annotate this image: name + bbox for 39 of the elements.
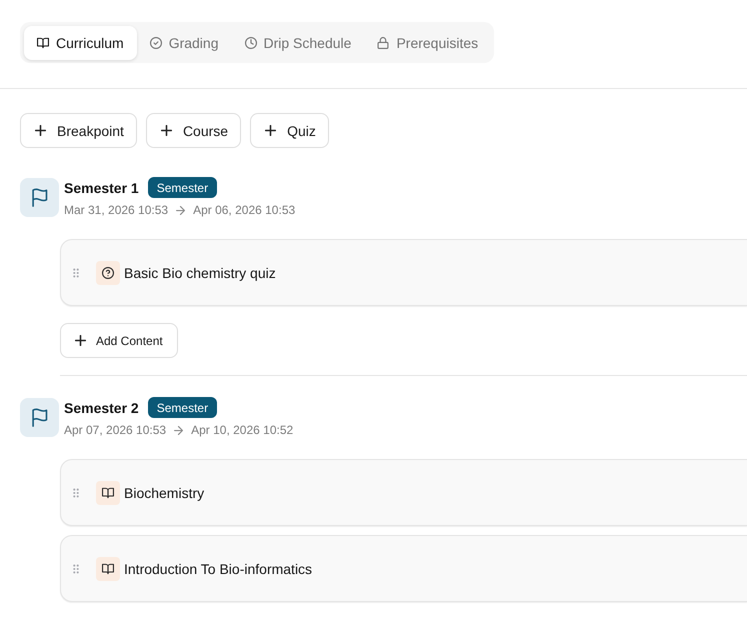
book-icon	[96, 556, 120, 580]
content-card[interactable]: Biochemistry	[60, 459, 747, 526]
content-title: Biochemistry	[124, 484, 204, 500]
tab[interactable]: Drip Schedule	[232, 26, 364, 60]
content-card[interactable]: Introduction To Bio-informatics	[60, 535, 747, 602]
clock-icon	[244, 37, 256, 49]
end-date: Apr 10, 2026 10:52	[191, 422, 294, 438]
flag-icon	[20, 178, 59, 217]
content-title: Introduction To Bio-informatics	[124, 560, 312, 576]
check-circle-icon	[150, 37, 162, 49]
add-content-button[interactable]: Add Content	[60, 323, 178, 358]
arrow-icon	[174, 426, 184, 434]
start-date: Mar 31, 2026 10:53	[64, 202, 168, 218]
drag-handle-icon[interactable]	[73, 564, 79, 574]
arrow-icon	[176, 206, 186, 214]
add-button[interactable]: Quiz	[250, 113, 329, 148]
add-button[interactable]: Course	[146, 113, 242, 148]
lock-icon	[377, 37, 390, 49]
plus-icon	[160, 125, 172, 136]
end-date: Apr 06, 2026 10:53	[193, 202, 296, 218]
plus-icon	[75, 335, 86, 346]
content-card[interactable]: Basic Bio chemistry quiz	[60, 239, 747, 306]
section-title: Semester 1	[64, 180, 139, 196]
tab[interactable]: Curriculum	[24, 26, 137, 60]
type-badge: Semester	[148, 397, 218, 418]
drag-handle-icon[interactable]	[73, 488, 79, 498]
plus-icon	[35, 125, 46, 136]
type-badge: Semester	[148, 177, 218, 198]
start-date: Apr 07, 2026 10:53	[64, 422, 166, 438]
tab[interactable]: Prerequisites	[364, 26, 492, 60]
section-title: Semester 2	[64, 400, 139, 416]
book-icon	[37, 37, 49, 49]
book-icon	[96, 480, 120, 504]
drag-handle-icon[interactable]	[73, 268, 79, 278]
plus-icon	[265, 125, 276, 136]
flag-icon	[20, 398, 59, 437]
add-button[interactable]: Breakpoint	[20, 113, 137, 148]
content-title: Basic Bio chemistry quiz	[124, 264, 276, 280]
tab[interactable]: Grading	[136, 26, 232, 60]
